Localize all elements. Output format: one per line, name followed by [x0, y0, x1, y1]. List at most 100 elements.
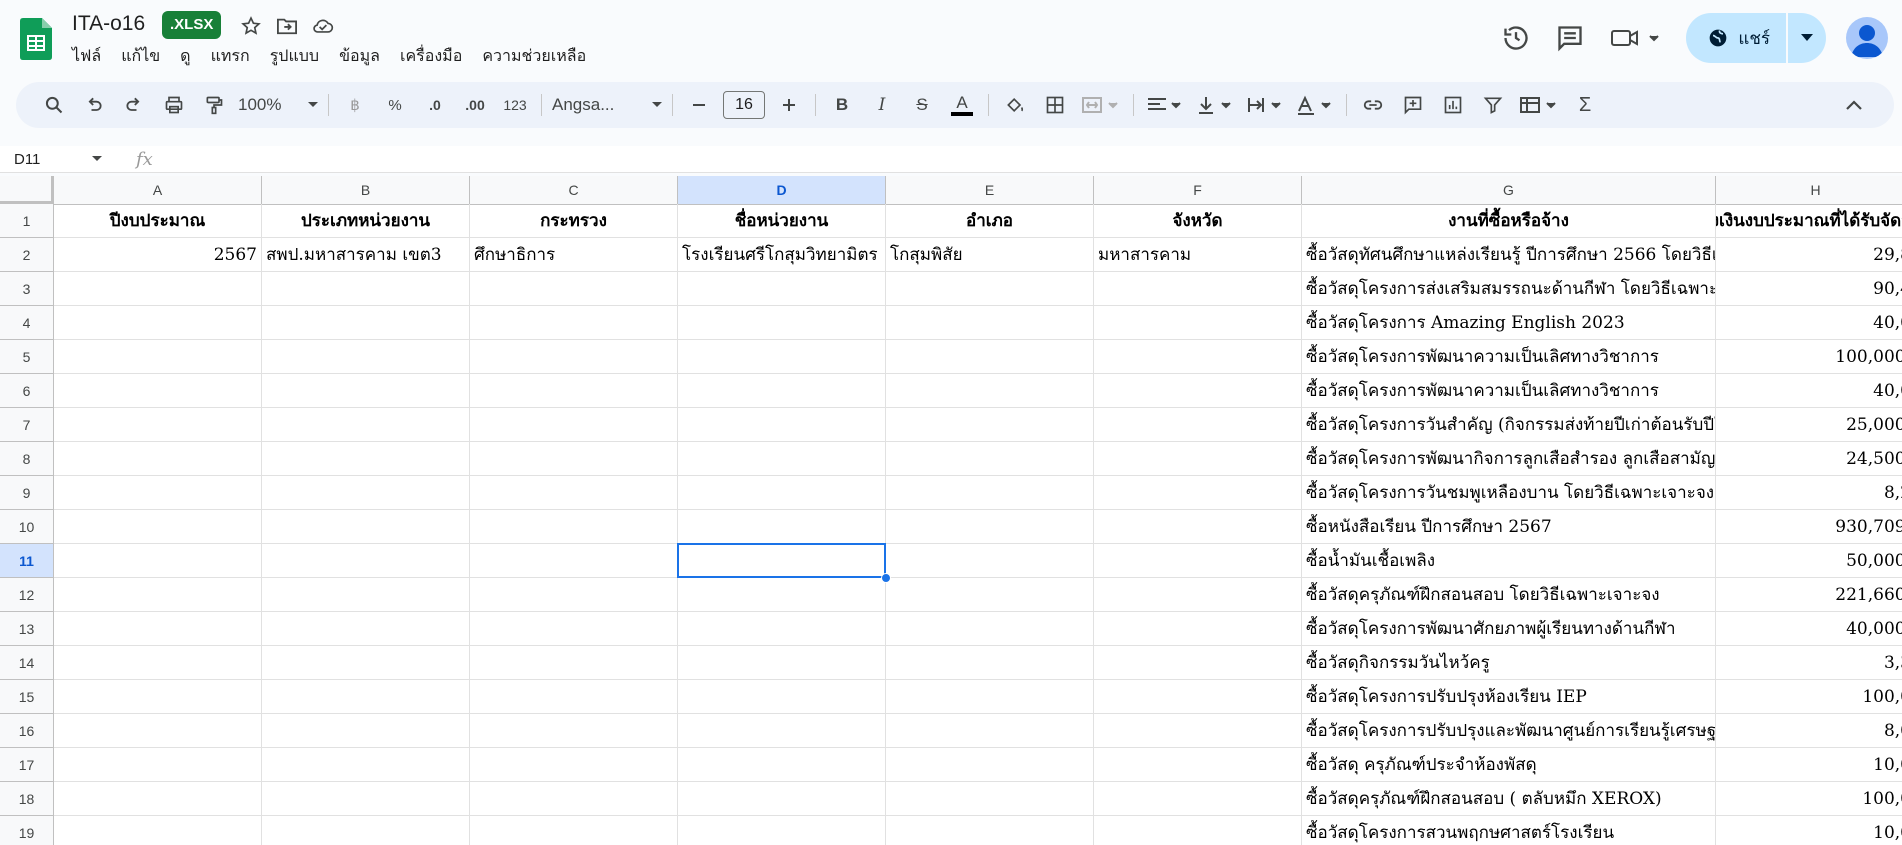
cell-d14[interactable]: [678, 646, 886, 680]
cell-e18[interactable]: [886, 782, 1094, 816]
row-header-7[interactable]: 7: [0, 408, 54, 442]
cell-h8[interactable]: 24,500.: [1716, 442, 1902, 476]
cell-b14[interactable]: [262, 646, 470, 680]
cell-g16[interactable]: ซื้อวัสดุโครงการปรับปรุงและพัฒนาศูนย์การ…: [1302, 714, 1716, 748]
text-wrapping-icon[interactable]: [1244, 89, 1286, 121]
comments-icon[interactable]: [1550, 18, 1590, 58]
cell-c16[interactable]: [470, 714, 678, 748]
cell-g17[interactable]: ซื้อวัสดุ ครุภัณฑ์ประจำห้องพัสดุ: [1302, 748, 1716, 782]
cell-g1[interactable]: งานที่ซื้อหรือจ้าง: [1302, 204, 1716, 238]
menu-help[interactable]: ความช่วยเหลือ: [472, 46, 596, 68]
cell-e17[interactable]: [886, 748, 1094, 782]
cell-f3[interactable]: [1094, 272, 1302, 306]
cell-g12[interactable]: ซื้อวัสดุครุภัณฑ์ฝึกสอนสอบ โดยวิธีเฉพาะเ…: [1302, 578, 1716, 612]
cell-e11[interactable]: [886, 544, 1094, 578]
cell-f9[interactable]: [1094, 476, 1302, 510]
cell-h19[interactable]: 10,0: [1716, 816, 1902, 845]
cell-d12[interactable]: [678, 578, 886, 612]
cell-d7[interactable]: [678, 408, 886, 442]
cell-b17[interactable]: [262, 748, 470, 782]
cell-f10[interactable]: [1094, 510, 1302, 544]
cell-a7[interactable]: [54, 408, 262, 442]
increase-decimal-button[interactable]: .00: [459, 89, 491, 121]
cell-b19[interactable]: [262, 816, 470, 845]
cell-h6[interactable]: 40,0: [1716, 374, 1902, 408]
cell-b1[interactable]: ประเภทหน่วยงาน: [262, 204, 470, 238]
cell-f2[interactable]: มหาสารคาม: [1094, 238, 1302, 272]
menu-insert[interactable]: แทรก: [201, 46, 260, 68]
cell-a4[interactable]: [54, 306, 262, 340]
formula-input[interactable]: [167, 148, 1902, 170]
menu-tools[interactable]: เครื่องมือ: [390, 46, 472, 68]
cell-b11[interactable]: [262, 544, 470, 578]
vertical-align-icon[interactable]: [1194, 89, 1236, 121]
cell-d13[interactable]: [678, 612, 886, 646]
share-button[interactable]: แชร์: [1686, 13, 1786, 63]
cell-f4[interactable]: [1094, 306, 1302, 340]
cell-b15[interactable]: [262, 680, 470, 714]
zoom-select[interactable]: 100%: [238, 89, 318, 121]
cell-a11[interactable]: [54, 544, 262, 578]
column-header-d[interactable]: D: [678, 176, 886, 204]
cell-h1[interactable]: วงเงินงบประมาณที่ได้รับจัดสรร: [1716, 204, 1902, 238]
cell-c5[interactable]: [470, 340, 678, 374]
row-header-5[interactable]: 5: [0, 340, 54, 374]
column-header-g[interactable]: G: [1302, 176, 1716, 204]
menu-file[interactable]: ไฟล์: [72, 46, 111, 68]
strikethrough-button[interactable]: S: [906, 89, 938, 121]
cell-b10[interactable]: [262, 510, 470, 544]
cell-e15[interactable]: [886, 680, 1094, 714]
cell-g10[interactable]: ซื้อหนังสือเรียน ปีการศึกษา 2567: [1302, 510, 1716, 544]
horizontal-align-icon[interactable]: [1144, 89, 1186, 121]
column-header-h[interactable]: H: [1716, 176, 1902, 204]
cell-h3[interactable]: 90,4: [1716, 272, 1902, 306]
currency-format-button[interactable]: ฿: [339, 89, 371, 121]
cell-c11[interactable]: [470, 544, 678, 578]
cell-e14[interactable]: [886, 646, 1094, 680]
cell-a5[interactable]: [54, 340, 262, 374]
filter-icon[interactable]: [1477, 89, 1509, 121]
percent-format-button[interactable]: %: [379, 89, 411, 121]
cell-d10[interactable]: [678, 510, 886, 544]
fill-handle[interactable]: [881, 573, 891, 583]
row-header-13[interactable]: 13: [0, 612, 54, 646]
cell-c4[interactable]: [470, 306, 678, 340]
cell-g13[interactable]: ซื้อวัสดุโครงการพัฒนาศักยภาพผู้เรียนทางด…: [1302, 612, 1716, 646]
cell-g11[interactable]: ซื้อน้ำมันเชื้อเพลิง: [1302, 544, 1716, 578]
cell-e19[interactable]: [886, 816, 1094, 845]
row-header-8[interactable]: 8: [0, 442, 54, 476]
name-box[interactable]: D11: [0, 148, 108, 170]
cell-a8[interactable]: [54, 442, 262, 476]
functions-button[interactable]: Σ: [1569, 89, 1601, 121]
text-rotation-icon[interactable]: [1294, 89, 1336, 121]
cell-h4[interactable]: 40,0: [1716, 306, 1902, 340]
cell-c6[interactable]: [470, 374, 678, 408]
cell-g18[interactable]: ซื้อวัสดุครุภัณฑ์ฝึกสอนสอบ ( ตลับหมึก XE…: [1302, 782, 1716, 816]
row-header-17[interactable]: 17: [0, 748, 54, 782]
fill-color-icon[interactable]: [999, 89, 1031, 121]
column-header-c[interactable]: C: [470, 176, 678, 204]
row-header-11[interactable]: 11: [0, 544, 54, 578]
cell-d6[interactable]: [678, 374, 886, 408]
cell-g9[interactable]: ซื้อวัสดุโครงการวันชมพูเหลืองบาน โดยวิธี…: [1302, 476, 1716, 510]
cell-f14[interactable]: [1094, 646, 1302, 680]
menu-format[interactable]: รูปแบบ: [260, 46, 329, 68]
meet-video-icon[interactable]: [1608, 18, 1668, 58]
cell-e1[interactable]: อำเภอ: [886, 204, 1094, 238]
star-icon[interactable]: [240, 15, 262, 37]
cell-g7[interactable]: ซื้อวัสดุโครงการวันสำคัญ (กิจกรรมส่งท้าย…: [1302, 408, 1716, 442]
cell-e16[interactable]: [886, 714, 1094, 748]
cell-c9[interactable]: [470, 476, 678, 510]
cell-c12[interactable]: [470, 578, 678, 612]
cell-a17[interactable]: [54, 748, 262, 782]
collapse-toolbar-icon[interactable]: [1838, 89, 1870, 121]
cell-f16[interactable]: [1094, 714, 1302, 748]
cell-e6[interactable]: [886, 374, 1094, 408]
cell-b16[interactable]: [262, 714, 470, 748]
cell-e4[interactable]: [886, 306, 1094, 340]
column-header-f[interactable]: F: [1094, 176, 1302, 204]
cell-e7[interactable]: [886, 408, 1094, 442]
cell-b2[interactable]: สพป.มหาสารคาม เขต3: [262, 238, 470, 272]
share-dropdown-button[interactable]: [1788, 13, 1826, 63]
row-header-4[interactable]: 4: [0, 306, 54, 340]
